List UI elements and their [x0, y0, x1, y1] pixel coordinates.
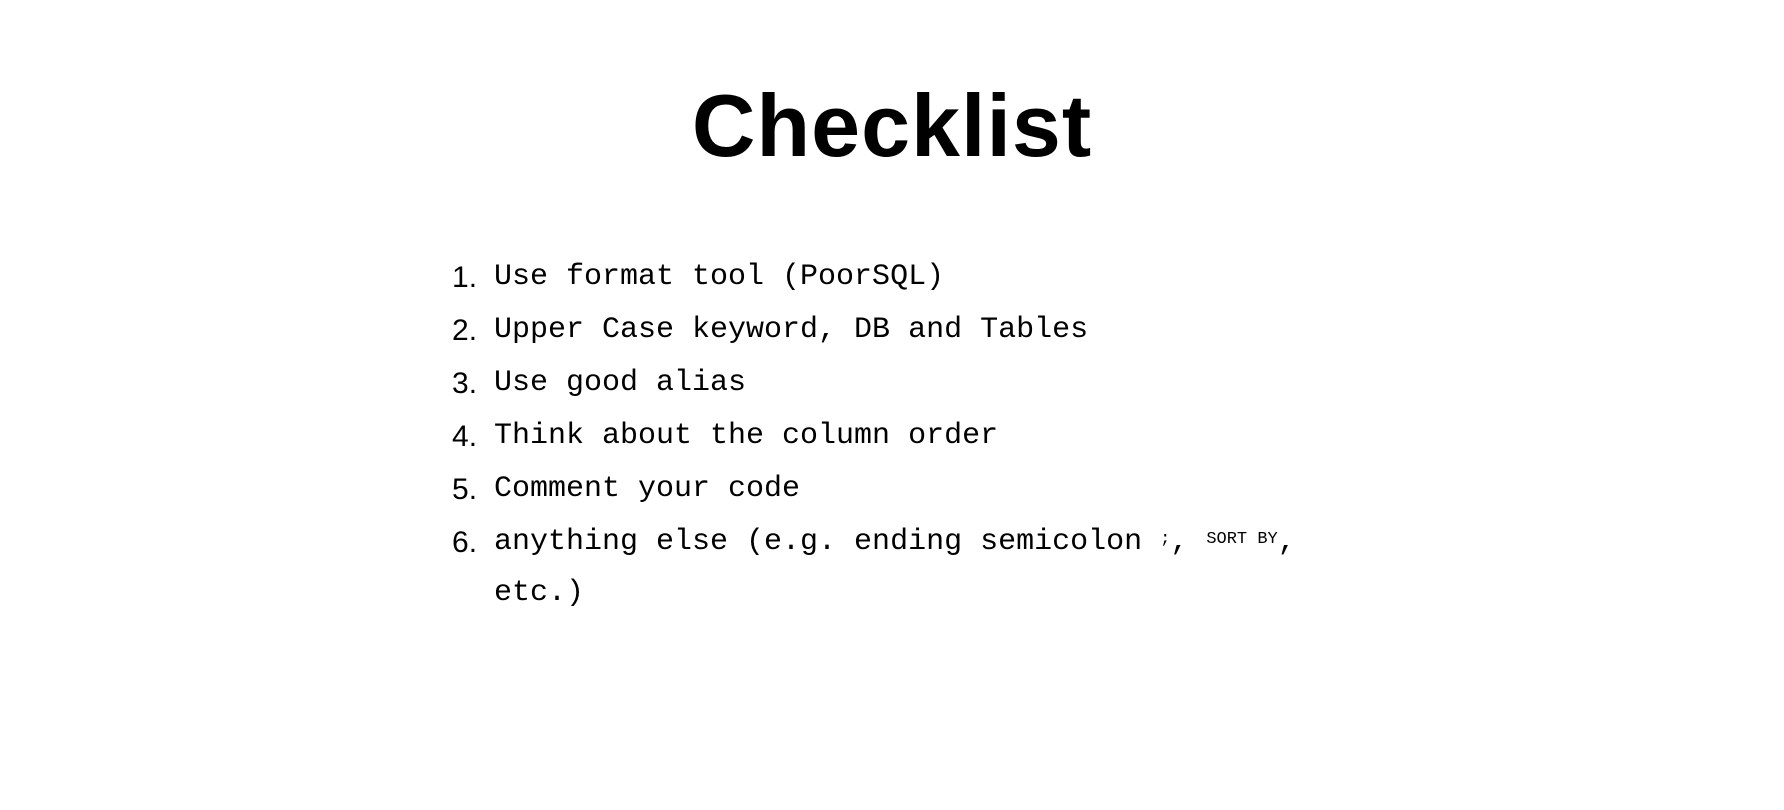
list-item: Use good alias	[452, 358, 1332, 409]
list-item: Comment your code	[452, 464, 1332, 515]
list-item: Upper Case keyword, DB and Tables	[452, 305, 1332, 356]
checklist: Use format tool (PoorSQL) Upper Case key…	[452, 252, 1332, 619]
list-item: Think about the column order	[452, 411, 1332, 462]
item-text: anything else (e.g. ending semicolon	[494, 525, 1160, 559]
code-semicolon: ;	[1160, 530, 1170, 549]
item-text: ,	[1170, 525, 1206, 559]
checklist-container: Use format tool (PoorSQL) Upper Case key…	[452, 252, 1332, 621]
page-title: Checklist	[692, 75, 1092, 177]
code-sort-by: SORT BY	[1206, 530, 1277, 549]
list-item: Use format tool (PoorSQL)	[452, 252, 1332, 303]
list-item: anything else (e.g. ending semicolon ;, …	[452, 517, 1332, 619]
